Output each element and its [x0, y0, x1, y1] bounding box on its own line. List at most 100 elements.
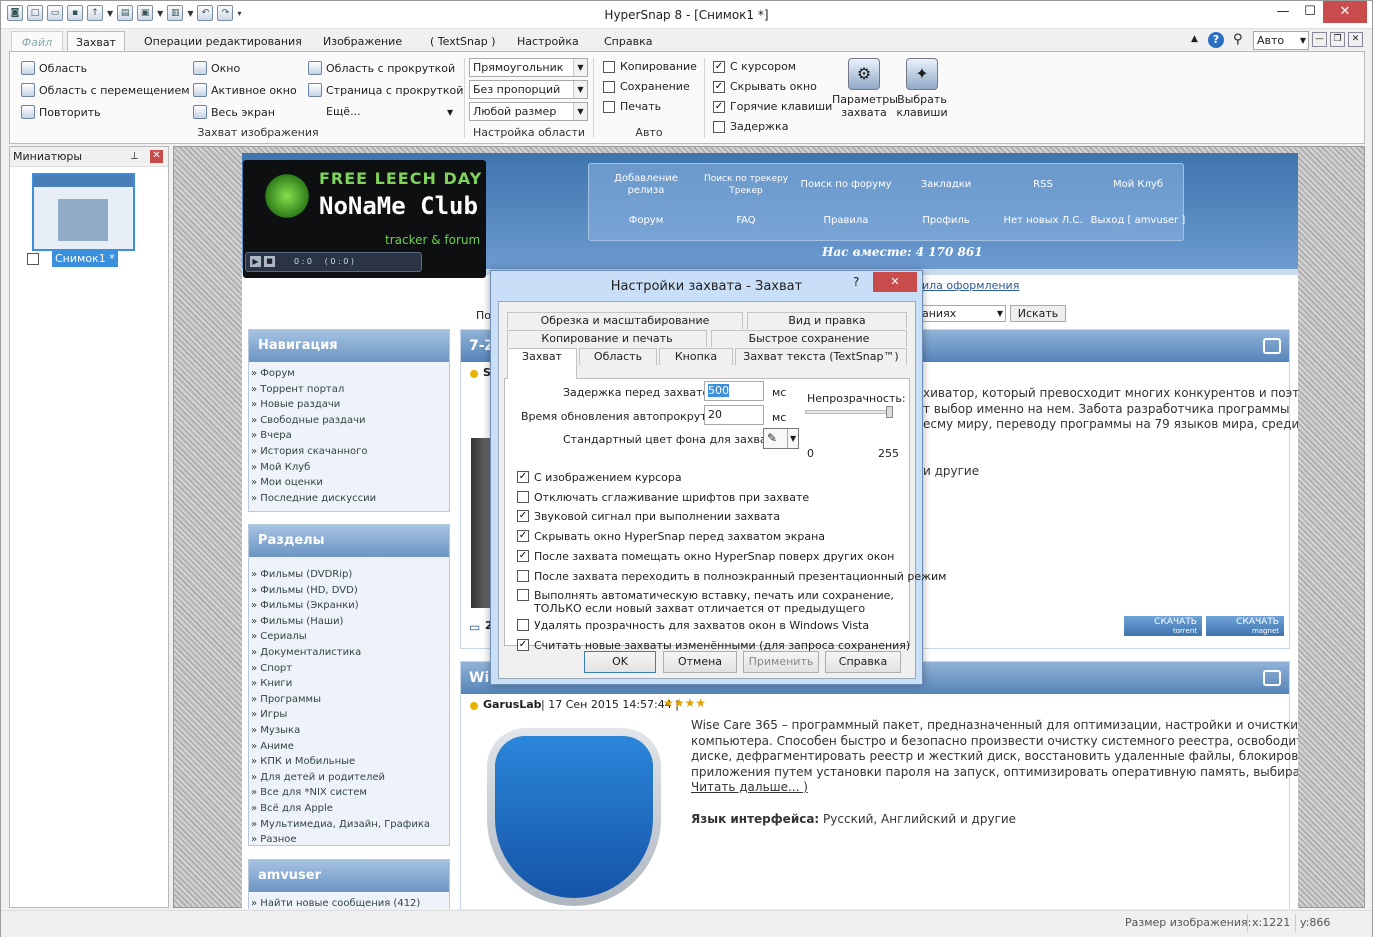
- comments-icon[interactable]: ▭: [469, 620, 480, 634]
- sidebar-nav-item[interactable]: » История скачанного: [249, 444, 449, 460]
- tab-button[interactable]: Кнопка: [659, 348, 733, 365]
- sidebar-section-item[interactable]: » Книги: [249, 676, 449, 692]
- ok-button[interactable]: OK: [584, 651, 656, 673]
- opacity-slider[interactable]: [805, 406, 893, 418]
- auto-copy-checkbox[interactable]: Копирование: [603, 60, 697, 73]
- thumbnail-checkbox[interactable]: [27, 253, 39, 268]
- capture-option-checkbox[interactable]: ✓ После захвата помещать окно HyperSnap п…: [517, 549, 894, 563]
- download-magnet-button[interactable]: СКАЧАТЬ magnet: [1206, 616, 1284, 636]
- nav-profile[interactable]: Профиль: [897, 215, 995, 227]
- tab-textsnap[interactable]: ( TextSnap ): [424, 31, 502, 52]
- delay-checkbox[interactable]: Задержка: [713, 120, 788, 133]
- doc-close-button[interactable]: ✕: [1348, 32, 1363, 47]
- nav-my-club[interactable]: Мой Клуб: [1089, 179, 1187, 191]
- region-size-select[interactable]: Любой размер ▼: [469, 102, 588, 121]
- capture-area-pan-button[interactable]: Область с перемещением: [21, 83, 190, 97]
- sidebar-nav-item[interactable]: » Новые раздачи: [249, 397, 449, 413]
- region-shape-select[interactable]: Прямоугольник ▼: [469, 58, 588, 77]
- more-dropdown-icon[interactable]: ▼: [447, 108, 453, 117]
- download-torrent-button[interactable]: СКАЧАТЬ torrent: [1124, 616, 1202, 636]
- capture-active-window-button[interactable]: Активное окно: [193, 83, 297, 97]
- select-hotkeys-button[interactable]: ✦ Выбрать клавиши: [894, 58, 950, 119]
- capture-option-checkbox[interactable]: Выполнять автоматическую вставку, печать…: [517, 589, 894, 615]
- sidebar-section-item[interactable]: » Всё для Apple: [249, 801, 449, 817]
- apply-button[interactable]: Применить: [743, 651, 819, 673]
- sidebar-section-item[interactable]: » Мультимедиа, Дизайн, Графика: [249, 817, 449, 833]
- capture-settings-button[interactable]: ⚙ Параметры захвата: [832, 58, 898, 119]
- stop-icon[interactable]: ■: [264, 256, 275, 267]
- help-button[interactable]: Справка: [825, 651, 901, 673]
- tab-region[interactable]: Область: [579, 348, 657, 365]
- doc-minimize-button[interactable]: —: [1312, 32, 1327, 47]
- cancel-button[interactable]: Отмена: [663, 651, 737, 673]
- style-selector[interactable]: Авто ▼: [1253, 31, 1309, 50]
- pin-icon[interactable]: ⊥: [130, 147, 139, 167]
- post-toggle-icon[interactable]: [1263, 670, 1281, 686]
- tab-quick-save[interactable]: Быстрое сохранение: [711, 330, 907, 347]
- search-icon[interactable]: ⚲: [1233, 32, 1243, 47]
- play-icon[interactable]: ▶: [250, 256, 261, 267]
- sidebar-section-item[interactable]: » Аниме: [249, 739, 449, 755]
- search-scope-select[interactable]: аниях ▼: [918, 305, 1006, 322]
- capture-scroll-page-button[interactable]: Страница с прокруткой: [308, 83, 463, 97]
- tab-image[interactable]: Изображение: [317, 31, 408, 52]
- close-button[interactable]: ✕: [1323, 1, 1367, 23]
- sidebar-section-item[interactable]: » Игры: [249, 707, 449, 723]
- capture-option-checkbox[interactable]: ✓ С изображением курсора: [517, 471, 682, 484]
- sidebar-section-item[interactable]: » Музыка: [249, 723, 449, 739]
- post-author[interactable]: GarusLab: [483, 698, 542, 711]
- more-capture-button[interactable]: Ещё...: [326, 105, 361, 118]
- collapse-ribbon-icon[interactable]: ▲: [1191, 34, 1198, 44]
- auto-print-checkbox[interactable]: Печать: [603, 100, 661, 113]
- sidebar-user-item[interactable]: » Найти новые сообщения (412): [249, 896, 449, 909]
- nav-logout[interactable]: Выход [ amvuser ]: [1089, 215, 1187, 227]
- tab-capture[interactable]: Захват: [507, 348, 577, 379]
- post-toggle-icon[interactable]: [1263, 338, 1281, 354]
- sidebar-nav-item[interactable]: » Торрент портал: [249, 382, 449, 398]
- nav-tracker-search[interactable]: Поиск по трекеру Трекер: [697, 173, 795, 197]
- repeat-capture-button[interactable]: Повторить: [21, 105, 101, 119]
- sidebar-nav-item[interactable]: » Мой Клуб: [249, 460, 449, 476]
- dialog-close-button[interactable]: ✕: [873, 272, 917, 292]
- capture-option-checkbox[interactable]: Удалять прозрачность для захватов окон в…: [517, 619, 869, 632]
- nav-faq[interactable]: FAQ: [697, 215, 795, 227]
- sidebar-section-item[interactable]: » Спорт: [249, 661, 449, 677]
- capture-option-checkbox[interactable]: ✓ Звуковой сигнал при выполнении захвата: [517, 510, 780, 523]
- search-button[interactable]: Искать: [1010, 305, 1066, 322]
- nav-bookmarks[interactable]: Закладки: [897, 179, 995, 191]
- decor-link[interactable]: ила оформления: [922, 279, 1019, 292]
- close-icon[interactable]: ✕: [150, 150, 163, 163]
- tab-crop-scale[interactable]: Обрезка и масштабирование: [507, 312, 743, 329]
- capture-window-button[interactable]: Окно: [193, 61, 240, 75]
- tab-capture[interactable]: Захват: [67, 31, 125, 53]
- capture-option-checkbox[interactable]: После захвата переходить в полноэкранный…: [517, 569, 946, 583]
- tab-copy-print[interactable]: Копирование и печать: [507, 330, 707, 347]
- nav-add-release[interactable]: Добавление релиза: [597, 173, 695, 197]
- thumbnail-label[interactable]: Снимок1 *: [52, 251, 118, 267]
- read-more-link[interactable]: Читать дальше... ): [691, 780, 808, 794]
- sidebar-section-item[interactable]: » Фильмы (DVDRip): [249, 567, 449, 583]
- sidebar-section-item[interactable]: » Разное: [249, 832, 449, 848]
- tab-view-edit[interactable]: Вид и правка: [747, 312, 907, 329]
- thumbnail-image[interactable]: [32, 173, 135, 251]
- sidebar-section-item[interactable]: » Все для *NIX систем: [249, 785, 449, 801]
- tab-file[interactable]: Файл: [11, 31, 63, 52]
- tab-settings[interactable]: Настройка: [511, 31, 585, 52]
- doc-restore-button[interactable]: ❐: [1330, 32, 1345, 47]
- capture-fullscreen-button[interactable]: Весь экран: [193, 105, 275, 119]
- region-ratio-select[interactable]: Без пропорций ▼: [469, 80, 588, 99]
- audio-player[interactable]: ▶ ■ 0 : 0 ( 0 : 0 ): [245, 252, 422, 272]
- autoscroll-input[interactable]: 20: [704, 405, 764, 425]
- nav-no-new-pm[interactable]: Нет новых Л.С.: [994, 215, 1092, 227]
- help-icon[interactable]: ?: [1208, 32, 1224, 48]
- tab-text-capture[interactable]: Захват текста (TextSnap™): [735, 348, 907, 365]
- tab-edit-operations[interactable]: Операции редактирования: [138, 31, 308, 52]
- sidebar-section-item[interactable]: » Фильмы (Наши): [249, 614, 449, 630]
- capture-option-checkbox[interactable]: ✓ Скрывать окно HyperSnap перед захватом …: [517, 530, 825, 543]
- nav-forum[interactable]: Форум: [597, 215, 695, 227]
- sidebar-nav-item[interactable]: » Последние дискуссии: [249, 491, 449, 507]
- dialog-help-button[interactable]: ?: [853, 275, 859, 289]
- auto-save-checkbox[interactable]: Сохранение: [603, 80, 690, 93]
- nav-rules[interactable]: Правила: [797, 215, 895, 227]
- with-cursor-checkbox[interactable]: ✓ С курсором: [713, 60, 796, 73]
